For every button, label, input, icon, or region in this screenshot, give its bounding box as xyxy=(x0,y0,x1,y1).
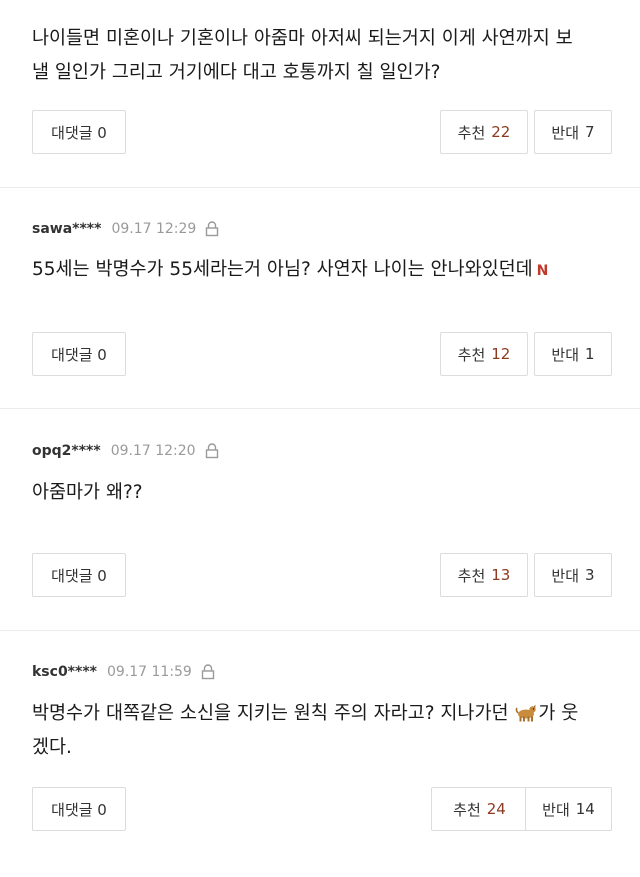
recommend-count: 12 xyxy=(491,345,511,363)
recommend-count: 24 xyxy=(486,800,506,818)
reply-count-button[interactable]: 대댓글 0 xyxy=(32,332,126,376)
oppose-label: 반대 xyxy=(551,345,580,364)
comment-body: 박명수가 대쪽같은 소신을 지키는 원칙 주의 자라고? 지나가던 가 웃 겠다… xyxy=(32,697,612,765)
oppose-button[interactable]: 반대 7 xyxy=(534,110,612,154)
comment-meta: ksc0**** 09.17 11:59 xyxy=(32,662,215,682)
comment-author[interactable]: sawa**** xyxy=(32,221,101,237)
comment-divider xyxy=(0,408,640,409)
reply-count-label: 대댓글 0 xyxy=(51,800,107,819)
comment-timestamp: 09.17 12:29 xyxy=(111,221,197,237)
lock-icon xyxy=(205,443,219,459)
comment-author[interactable]: ksc0**** xyxy=(32,664,97,680)
oppose-button[interactable]: 반대 1 xyxy=(534,332,612,376)
reply-count-label: 대댓글 0 xyxy=(51,566,107,585)
comment-line: 아줌마가 왜?? xyxy=(32,482,143,503)
recommend-label: 추천 xyxy=(457,123,486,142)
comment-timestamp: 09.17 12:20 xyxy=(110,443,196,459)
recommend-count: 13 xyxy=(491,566,511,584)
oppose-count: 3 xyxy=(585,566,595,584)
oppose-label: 반대 xyxy=(551,123,580,142)
oppose-button[interactable]: 반대 14 xyxy=(525,787,612,831)
oppose-count: 1 xyxy=(585,345,595,363)
new-badge: N xyxy=(536,263,549,279)
comment-author[interactable]: opq2**** xyxy=(32,443,101,459)
recommend-label: 추천 xyxy=(457,345,486,364)
comment-line: 박명수가 대쪽같은 소신을 지키는 원칙 주의 자라고? 지나가던 xyxy=(32,703,509,724)
oppose-count: 7 xyxy=(585,123,595,141)
lock-icon xyxy=(205,221,219,237)
dog-emoji-icon xyxy=(515,701,537,723)
oppose-label: 반대 xyxy=(542,800,570,819)
comment-line: 가 웃 xyxy=(538,703,579,724)
recommend-button[interactable]: 추천 12 xyxy=(440,332,528,376)
recommend-button[interactable]: 추천 22 xyxy=(440,110,528,154)
comment-divider xyxy=(0,630,640,631)
oppose-count: 14 xyxy=(575,800,595,818)
reply-count-button[interactable]: 대댓글 0 xyxy=(32,787,126,831)
lock-icon xyxy=(201,664,215,680)
oppose-label: 반대 xyxy=(551,566,580,585)
comment-body: 55세는 박명수가 55세라는거 아님? 사연자 나이는 안나와있던데 N xyxy=(32,253,612,288)
comment-line: 55세는 박명수가 55세라는거 아님? 사연자 나이는 안나와있던데 xyxy=(32,259,533,280)
comment-divider xyxy=(0,187,640,188)
comment-line-wrap: 박명수가 대쪽같은 소신을 지키는 원칙 주의 자라고? 지나가던 가 웃 xyxy=(32,697,612,731)
cut-off-comment-header xyxy=(0,0,640,6)
comment-meta: sawa**** 09.17 12:29 xyxy=(32,219,219,239)
reply-count-label: 대댓글 0 xyxy=(51,123,107,142)
comment-timestamp: 09.17 11:59 xyxy=(106,664,192,680)
reply-count-button[interactable]: 대댓글 0 xyxy=(32,553,126,597)
recommend-label: 추천 xyxy=(457,566,486,585)
comment-line: 겠다. xyxy=(32,737,72,758)
comment-body: 나이들면 미혼이나 기혼이나 아줌마 아저씨 되는거지 이게 사연까지 보 낼 … xyxy=(32,22,612,90)
comment-line: 낼 일인가 그리고 거기에다 대고 호통까지 칠 일인가? xyxy=(32,62,441,83)
recommend-button[interactable]: 추천 24 xyxy=(431,787,528,831)
comment-meta: opq2**** 09.17 12:20 xyxy=(32,441,219,461)
comment-line: 나이들면 미혼이나 기혼이나 아줌마 아저씨 되는거지 이게 사연까지 보 xyxy=(32,28,573,49)
recommend-count: 22 xyxy=(491,123,511,141)
oppose-button[interactable]: 반대 3 xyxy=(534,553,612,597)
reply-count-label: 대댓글 0 xyxy=(51,345,107,364)
reply-count-button[interactable]: 대댓글 0 xyxy=(32,110,126,154)
recommend-label: 추천 xyxy=(453,800,481,819)
recommend-button[interactable]: 추천 13 xyxy=(440,553,528,597)
comment-body: 아줌마가 왜?? xyxy=(32,476,612,510)
